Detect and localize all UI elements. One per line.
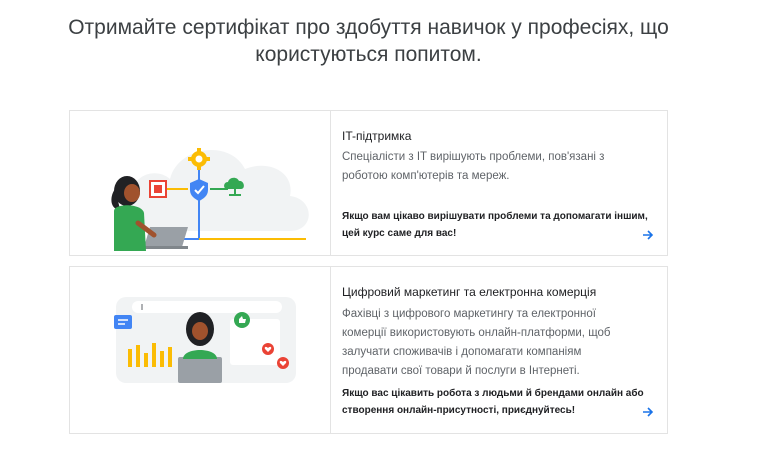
arrow-right-icon[interactable]: [641, 228, 655, 242]
it-support-card-body: IT-підтримка Спеціалісти з IT вирішують …: [342, 111, 655, 255]
card-description: Фахівці з цифрового маркетингу та електр…: [342, 308, 611, 377]
chat-bubble-icon: [114, 315, 132, 329]
thumbs-up-icon: [234, 312, 250, 328]
course-card-digital-marketing[interactable]: Цифровий маркетинг та електронна комерці…: [69, 266, 668, 434]
card-cta: Якщо вас цікавить робота з людьми й брен…: [342, 388, 644, 416]
heart-icon: [277, 357, 289, 369]
page-headline: Отримайте сертифікат про здобуття навичо…: [68, 16, 669, 66]
arrow-right-icon[interactable]: [641, 405, 655, 419]
chip-icon: [149, 180, 167, 198]
card-description: Спеціалісти з IT вирішують проблеми, пов…: [342, 151, 605, 182]
heart-icon: [262, 343, 274, 355]
digital-marketing-illustration: [70, 267, 331, 433]
card-cta: Якщо вам цікаво вирішувати проблеми та д…: [342, 211, 648, 239]
card-title: IT-підтримка: [342, 129, 412, 143]
card-title: Цифровий маркетинг та електронна комерці…: [342, 285, 597, 299]
digital-marketing-card-body: Цифровий маркетинг та електронна комерці…: [342, 267, 655, 433]
course-card-it-support[interactable]: IT-підтримка Спеціалісти з IT вирішують …: [69, 110, 668, 256]
it-support-illustration: [70, 111, 331, 255]
